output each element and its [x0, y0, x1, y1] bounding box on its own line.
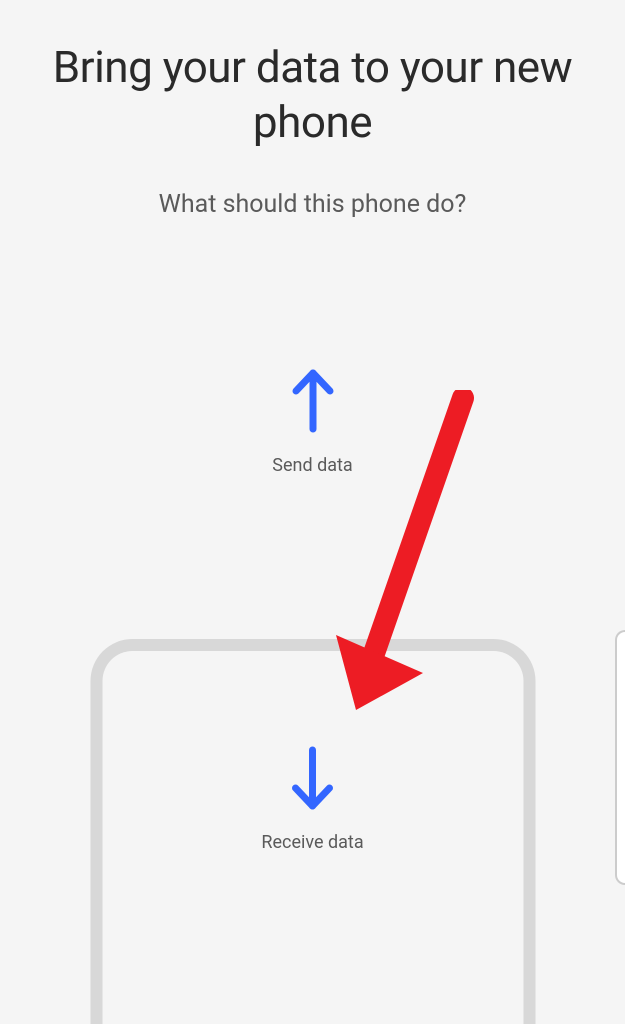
send-data-label: Send data — [272, 455, 352, 476]
receive-data-label: Receive data — [261, 832, 363, 853]
receive-section-inner: Receive data — [102, 651, 523, 853]
page-title: Bring your data to your new phone — [30, 40, 595, 150]
page-subtitle: What should this phone do? — [30, 190, 595, 219]
arrow-down-icon — [288, 746, 338, 814]
send-data-option[interactable]: Send data — [30, 369, 595, 476]
side-partial-frame — [615, 630, 625, 885]
receive-data-option[interactable]: Receive data — [90, 639, 535, 1024]
setup-screen: Bring your data to your new phone What s… — [0, 0, 625, 1024]
arrow-up-icon — [288, 369, 338, 437]
